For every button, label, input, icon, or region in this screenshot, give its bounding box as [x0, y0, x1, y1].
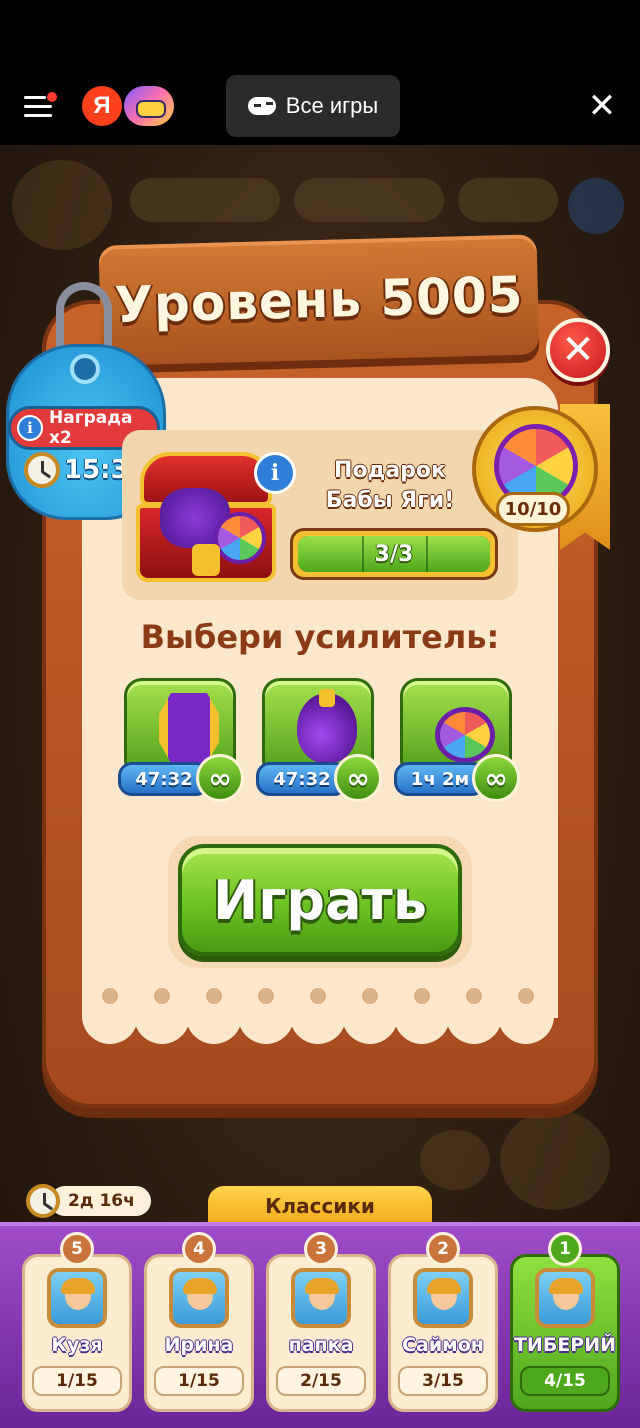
league-timer: 2д 16ч: [26, 1184, 151, 1218]
info-icon[interactable]: i: [17, 415, 43, 441]
bg-avatar: [12, 160, 112, 250]
notification-dot: [47, 92, 57, 102]
league-timer-text: 2д 16ч: [50, 1186, 151, 1216]
all-games-button[interactable]: Все игры: [226, 75, 400, 137]
infinity-badge: ∞: [472, 754, 520, 802]
roulette-count: 10/10: [496, 492, 570, 526]
gift-title: Подарок Бабы Яги!: [300, 456, 480, 516]
player-score: 1/15: [32, 1366, 122, 1396]
player-rank: 1: [548, 1232, 582, 1266]
gamepad-icon: [247, 97, 276, 115]
player-rank: 5: [60, 1232, 94, 1266]
player-score: 3/15: [398, 1366, 488, 1396]
player-name: Кузя: [51, 1334, 103, 1356]
player-rank: 4: [182, 1232, 216, 1266]
avatar: [47, 1268, 107, 1328]
player-score: 4/15: [520, 1366, 610, 1396]
player-name: папка: [288, 1334, 354, 1356]
browser-top-bar: Я Все игры ✕: [0, 0, 640, 145]
player-name: Ирина: [164, 1334, 234, 1356]
player-name: ТИБЕРИЙ: [513, 1334, 617, 1356]
yandex-logo[interactable]: Я: [82, 86, 122, 126]
gift-progress-bar: 3/3: [290, 528, 498, 580]
booster-bomb[interactable]: 47:32 ∞: [256, 678, 382, 802]
title-plank: Уровень 5005: [98, 234, 540, 366]
modal-close-button[interactable]: ✕: [546, 318, 610, 382]
bg-event-icon: [500, 1110, 610, 1210]
league-tab[interactable]: Классики: [208, 1186, 432, 1226]
close-icon: ✕: [561, 327, 595, 373]
play-button[interactable]: Играть: [178, 844, 462, 956]
avatar: [169, 1268, 229, 1328]
player-name: Саймон: [402, 1334, 484, 1356]
gift-title-line2: Бабы Яги!: [325, 488, 455, 513]
bg-bonus-icon: [420, 1130, 490, 1190]
all-games-label: Все игры: [285, 93, 379, 118]
gift-progress-label: 3/3: [374, 541, 414, 567]
player-rank: 2: [426, 1232, 460, 1266]
bg-coins-counter: [130, 178, 280, 222]
wheel-icon: [435, 707, 495, 763]
player-rank: 3: [304, 1232, 338, 1266]
clock-icon: [24, 452, 60, 488]
player-score: 2/15: [276, 1366, 366, 1396]
gift-title-line1: Подарок: [334, 458, 446, 483]
boosters-title: Выбери усилитель:: [140, 618, 500, 656]
avatar: [413, 1268, 473, 1328]
clock-icon: [26, 1184, 60, 1218]
infinity-badge: ∞: [334, 754, 382, 802]
bg-stars-counter: [458, 178, 558, 222]
hammer-icon: [159, 693, 219, 763]
menu-icon[interactable]: [24, 92, 57, 118]
avatar: [291, 1268, 351, 1328]
infinity-badge: ∞: [196, 754, 244, 802]
close-icon[interactable]: ✕: [584, 88, 620, 124]
bg-gear-icon: [568, 178, 624, 234]
yandex-games-logo-icon[interactable]: [124, 86, 174, 126]
tag-hole: [70, 354, 100, 384]
bg-lives-counter: [294, 178, 444, 222]
avatar: [535, 1268, 595, 1328]
booster-wheel[interactable]: 1ч 2м ∞: [394, 678, 520, 802]
gift-info-icon[interactable]: i: [254, 452, 296, 494]
paper-scallop-edge: [82, 988, 558, 1048]
booster-hammer[interactable]: 47:32 ∞: [118, 678, 244, 802]
player-score: 1/15: [154, 1366, 244, 1396]
level-title: Уровень 5005: [113, 265, 525, 335]
bomb-icon: [297, 689, 357, 763]
